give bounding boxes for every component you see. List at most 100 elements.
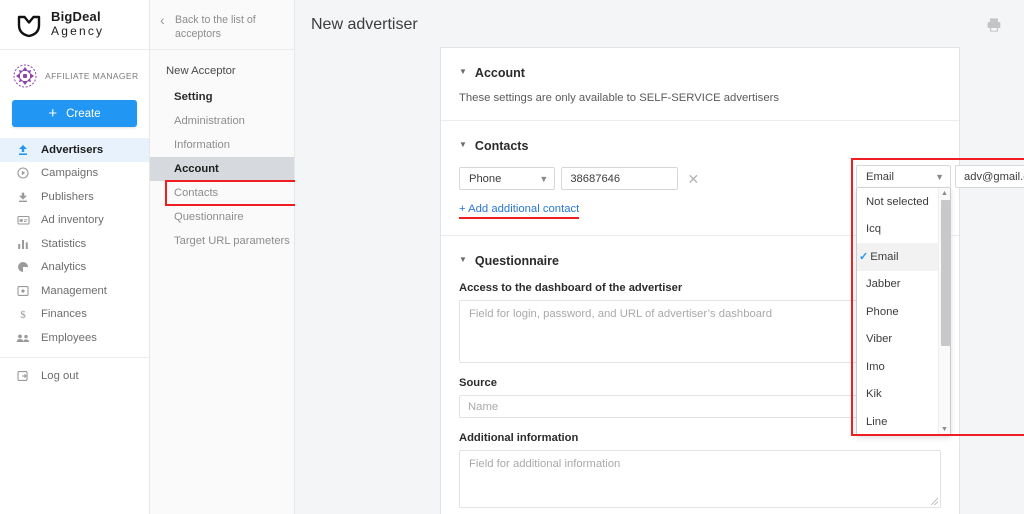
option-phone[interactable]: Phone bbox=[857, 298, 938, 326]
subnav-item-label: Questionnaire bbox=[174, 210, 244, 223]
secondary-nav: ‹ Back to the list of acceptors New Acce… bbox=[150, 0, 297, 514]
sidebar-item-label: Finances bbox=[41, 308, 87, 321]
main-content: New advertiser ▼ Account These settings … bbox=[295, 0, 1024, 514]
account-section-title: Account bbox=[474, 66, 525, 80]
sidebar-item-employees[interactable]: Employees bbox=[0, 326, 149, 350]
account-section-note: These settings are only available to SEL… bbox=[459, 92, 780, 104]
option-label: Not selected bbox=[866, 195, 929, 208]
sidebar-item-analytics[interactable]: Analytics bbox=[0, 256, 149, 280]
sidebar-item-label: Publishers bbox=[41, 190, 94, 203]
affiliate-manager-icon bbox=[13, 64, 37, 88]
option-label: Imo bbox=[866, 360, 885, 373]
sidebar-item-finances[interactable]: $ Finances bbox=[0, 303, 149, 327]
create-button[interactable]: + Create bbox=[12, 100, 137, 127]
add-link-underline-highlight bbox=[459, 217, 580, 219]
logout-icon bbox=[14, 370, 32, 382]
option-label: Email bbox=[870, 250, 899, 263]
sidebar-item-management[interactable]: Management bbox=[0, 279, 149, 303]
statistics-icon bbox=[14, 238, 32, 250]
option-email[interactable]: ✓ Email bbox=[857, 243, 938, 271]
subnav-item-contacts[interactable]: Contacts bbox=[150, 181, 294, 205]
contact-value-input-phone[interactable]: 38687646 bbox=[561, 167, 679, 190]
left-sidebar: BigDeal Agency AFFILIATE MANAGER + Creat… bbox=[0, 0, 150, 514]
option-kik[interactable]: Kik bbox=[857, 381, 938, 409]
caret-down-icon: ▼ bbox=[459, 255, 467, 264]
contact-value-text: adv@gmail.com bbox=[964, 170, 1024, 183]
option-not-selected[interactable]: Not selected bbox=[857, 188, 938, 216]
sidebar-divider bbox=[0, 356, 149, 358]
brand-header[interactable]: BigDeal Agency bbox=[0, 0, 149, 50]
subnav-item-questionnaire[interactable]: Questionnaire bbox=[150, 205, 294, 229]
option-line[interactable]: Line bbox=[857, 408, 938, 435]
option-viber[interactable]: Viber bbox=[857, 326, 938, 354]
add-additional-contact-link[interactable]: + Add additional contact bbox=[459, 203, 580, 219]
option-jabber[interactable]: Jabber bbox=[857, 271, 938, 299]
print-icon[interactable] bbox=[986, 17, 1002, 33]
additional-information-textarea[interactable]: Field for additional information bbox=[459, 450, 941, 508]
option-label: Line bbox=[866, 415, 888, 428]
sidebar-item-advertisers[interactable]: Advertisers bbox=[0, 138, 149, 162]
scrollbar-thumb[interactable] bbox=[940, 200, 950, 346]
check-icon: ✓ bbox=[859, 251, 869, 264]
close-icon[interactable]: ✕ bbox=[687, 172, 699, 186]
account-section-header[interactable]: ▼ Account bbox=[459, 48, 941, 80]
campaigns-icon bbox=[14, 167, 32, 179]
dashboard-access-placeholder: Field for login, password, and URL of ad… bbox=[469, 308, 773, 320]
sidebar-item-statistics[interactable]: Statistics bbox=[0, 232, 149, 256]
sidebar-item-logout[interactable]: Log out bbox=[0, 365, 149, 389]
contact-type-value: Email bbox=[866, 170, 894, 183]
contact-type-options-list: Not selected Icq ✓ Email Jabber Phone Vi… bbox=[856, 188, 951, 436]
chevron-down-icon: ▼ bbox=[539, 173, 549, 184]
subnav-item-label: Target URL parameters bbox=[174, 234, 290, 247]
contact-type-select-phone[interactable]: Phone ▼ bbox=[459, 167, 556, 190]
subnav-item-administration[interactable]: Administration bbox=[150, 109, 294, 133]
contact-type-value: Phone bbox=[469, 172, 502, 185]
option-icq[interactable]: Icq bbox=[857, 216, 938, 244]
caret-down-icon: ▼ bbox=[459, 67, 467, 76]
resize-grip-icon[interactable] bbox=[931, 498, 938, 505]
sidebar-item-label: Ad inventory bbox=[41, 214, 104, 227]
brand-subtitle: Agency bbox=[51, 24, 105, 39]
option-label: Jabber bbox=[866, 278, 901, 291]
add-additional-contact-label: + Add additional contact bbox=[459, 203, 580, 215]
scroll-up-arrow-icon[interactable]: ▲ bbox=[939, 188, 950, 199]
back-to-list-link[interactable]: ‹ Back to the list of acceptors bbox=[150, 0, 294, 50]
sidebar-item-label: Management bbox=[41, 284, 107, 297]
app-root: BigDeal Agency AFFILIATE MANAGER + Creat… bbox=[0, 0, 1024, 514]
publishers-icon bbox=[14, 191, 32, 203]
contacts-section-header[interactable]: ▼ Contacts bbox=[459, 121, 941, 153]
create-button-label: Create bbox=[66, 107, 101, 120]
ad-inventory-icon bbox=[14, 214, 32, 226]
sidebar-item-label: Statistics bbox=[41, 237, 87, 250]
sidebar-nav: Advertisers Campaigns Publishers Ad inve… bbox=[0, 138, 149, 388]
subnav-item-information[interactable]: Information bbox=[150, 133, 294, 157]
contact-value-text: 38687646 bbox=[570, 172, 621, 185]
subnav-item-account[interactable]: Account bbox=[150, 156, 294, 181]
sidebar-item-publishers[interactable]: Publishers bbox=[0, 185, 149, 209]
option-imo[interactable]: Imo bbox=[857, 353, 938, 381]
sidebar-item-ad-inventory[interactable]: Ad inventory bbox=[0, 209, 149, 233]
contacts-section-title: Contacts bbox=[474, 139, 529, 153]
sidebar-item-campaigns[interactable]: Campaigns bbox=[0, 162, 149, 186]
page-title: New advertiser bbox=[311, 16, 418, 33]
account-section: ▼ Account These settings are only availa… bbox=[441, 48, 959, 120]
contact-type-dropdown: Email ▼ Not selected Icq ✓ Email Jabber … bbox=[856, 165, 951, 436]
contact-value-input-email[interactable]: adv@gmail.com bbox=[955, 165, 1024, 188]
subnav-item-label: Account bbox=[174, 162, 219, 175]
option-label: Icq bbox=[866, 223, 882, 236]
subnav-item-label: Information bbox=[174, 138, 230, 151]
contact-type-select-email[interactable]: Email ▼ bbox=[856, 165, 951, 188]
back-link-label: Back to the list of acceptors bbox=[175, 14, 256, 40]
option-label: Phone bbox=[866, 305, 899, 318]
account-badge-label: AFFILIATE MANAGER bbox=[45, 71, 139, 81]
source-placeholder: Name bbox=[468, 400, 499, 413]
shield-logo-icon bbox=[17, 15, 41, 37]
chevron-left-icon: ‹ bbox=[160, 12, 165, 28]
subnav-section-heading: Setting bbox=[174, 90, 213, 103]
finances-icon: $ bbox=[14, 308, 32, 320]
scroll-down-arrow-icon[interactable]: ▼ bbox=[939, 424, 950, 435]
dropdown-scrollbar[interactable]: ▲ ▼ bbox=[938, 188, 950, 435]
acceptor-title: New Acceptor bbox=[166, 65, 236, 77]
additional-information-placeholder: Field for additional information bbox=[469, 458, 621, 470]
subnav-item-target-url-parameters[interactable]: Target URL parameters bbox=[150, 229, 294, 253]
